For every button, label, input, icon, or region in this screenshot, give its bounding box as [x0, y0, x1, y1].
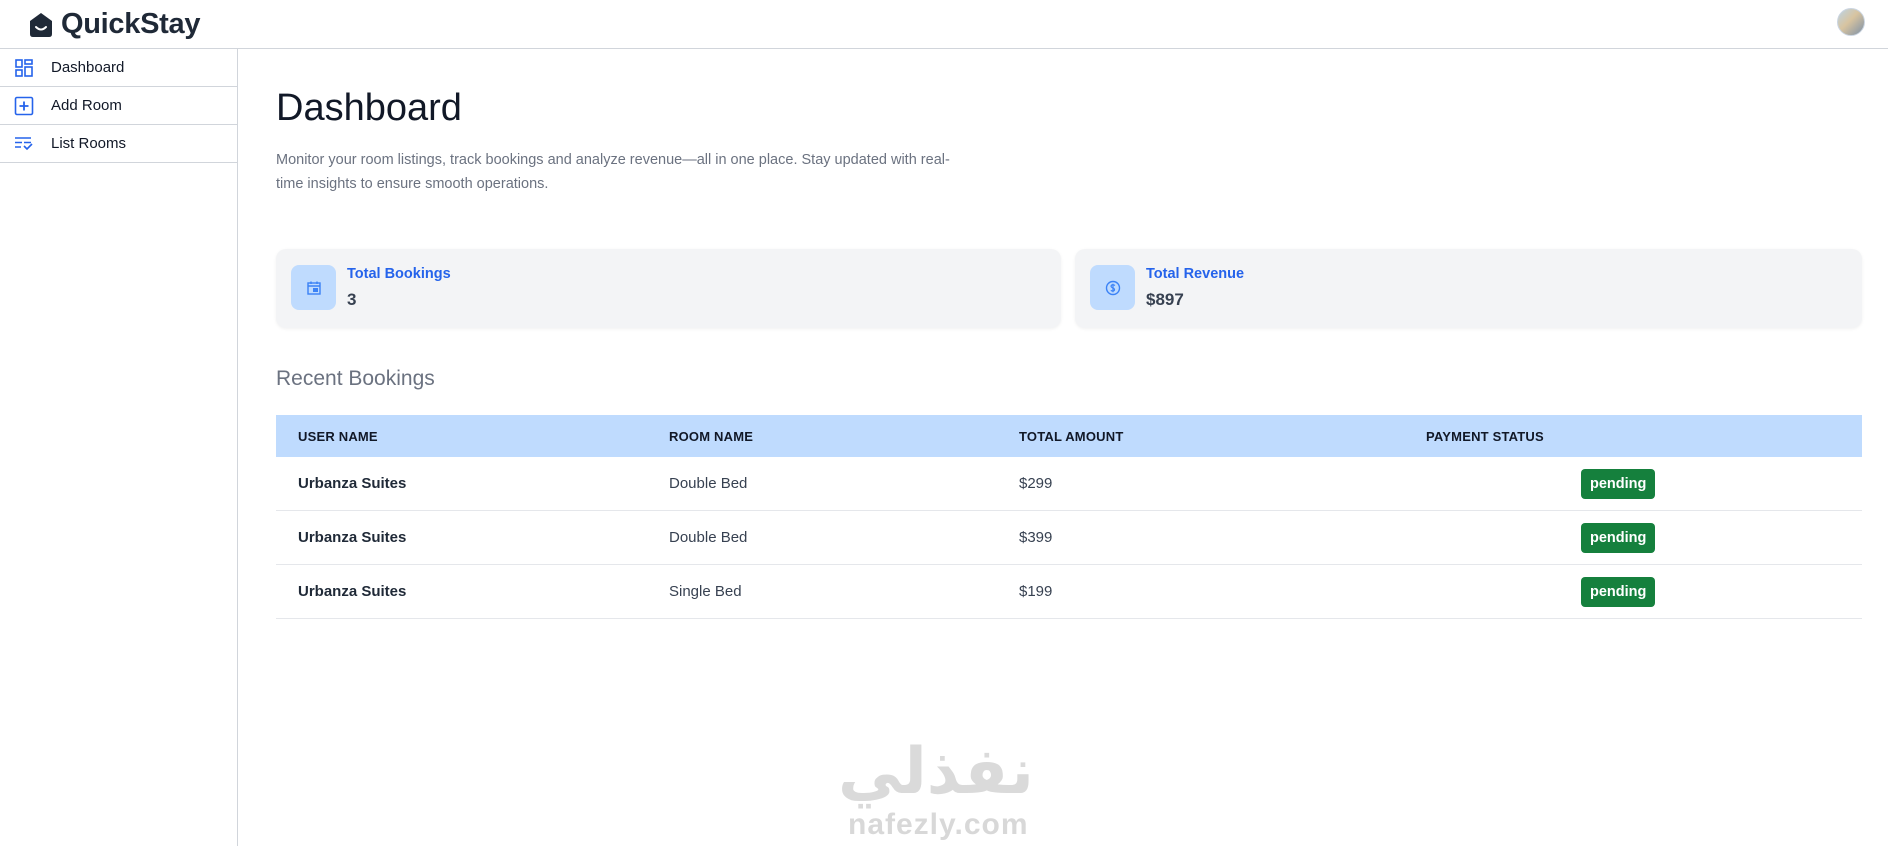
- stat-value: $897: [1146, 290, 1184, 309]
- calendar-icon: [306, 281, 321, 295]
- dollar-icon: [1105, 280, 1120, 295]
- add-room-icon: [14, 96, 34, 115]
- sidebar: Dashboard Add Room List Rooms: [0, 49, 238, 846]
- column-header-total-amount: TOTAL AMOUNT: [1019, 428, 1124, 444]
- main-content: Dashboard Monitor your room listings, tr…: [276, 49, 1862, 846]
- cell-user-name: Urbanza Suites: [276, 510, 669, 565]
- app-name: QuickStay: [61, 8, 201, 40]
- column-header-room-name: ROOM NAME: [669, 428, 754, 444]
- stat-card-total-revenue: Total Revenue $897: [1075, 249, 1862, 328]
- page-title: Dashboard: [276, 87, 462, 129]
- cell-total-amount: $199: [1019, 564, 1426, 619]
- user-avatar[interactable]: [1837, 8, 1865, 36]
- table-row: Urbanza Suites Double Bed $299 pending: [276, 457, 1862, 511]
- watermark-latin: nafezly.com: [848, 808, 1029, 841]
- watermark: نفذلي nafezly.com: [838, 735, 1053, 845]
- table-header-row: USER NAME ROOM NAME TOTAL AMOUNT PAYMENT…: [276, 415, 1862, 457]
- dashboard-icon: [15, 58, 33, 77]
- top-bar: QuickStay: [0, 0, 1888, 49]
- cell-payment-status: pending: [1426, 457, 1862, 511]
- column-header-payment-status: PAYMENT STATUS: [1426, 428, 1544, 444]
- cell-room-name: Single Bed: [669, 564, 1019, 619]
- stat-card-total-bookings: Total Bookings 3: [276, 249, 1061, 328]
- cell-total-amount: $399: [1019, 510, 1426, 565]
- column-header-user-name: USER NAME: [298, 428, 378, 444]
- page-description: Monitor your room listings, track bookin…: [276, 152, 950, 192]
- bookings-table: USER NAME ROOM NAME TOTAL AMOUNT PAYMENT…: [276, 415, 1862, 619]
- status-badge: pending: [1581, 576, 1656, 607]
- cell-room-name: Double Bed: [669, 457, 1019, 511]
- list-rooms-icon: [15, 136, 33, 150]
- cell-user-name: Urbanza Suites: [276, 457, 669, 511]
- cell-total-amount: $299: [1019, 457, 1426, 511]
- cell-payment-status: pending: [1426, 510, 1862, 565]
- stat-value: 3: [347, 290, 357, 309]
- cell-payment-status: pending: [1426, 564, 1862, 619]
- sidebar-item-label: Dashboard: [51, 59, 125, 76]
- sidebar-item-label: List Rooms: [51, 135, 127, 152]
- table-row: Urbanza Suites Single Bed $199 pending: [276, 564, 1862, 619]
- house-icon: [30, 12, 52, 37]
- table-row: Urbanza Suites Double Bed $399 pending: [276, 510, 1862, 565]
- stat-icon-box: [291, 265, 336, 310]
- sidebar-item-list-rooms[interactable]: List Rooms: [0, 125, 237, 163]
- stat-icon-box: [1090, 265, 1135, 310]
- stat-title: Total Revenue: [1146, 266, 1245, 282]
- watermark-arabic: نفذلي: [838, 735, 1034, 809]
- cell-user-name: Urbanza Suites: [276, 564, 669, 619]
- section-title-recent-bookings: Recent Bookings: [276, 367, 435, 390]
- sidebar-item-dashboard[interactable]: Dashboard: [0, 49, 237, 87]
- stat-title: Total Bookings: [347, 266, 451, 282]
- sidebar-item-label: Add Room: [51, 97, 122, 114]
- status-badge: pending: [1581, 522, 1656, 553]
- status-badge: pending: [1581, 468, 1656, 499]
- sidebar-item-add-room[interactable]: Add Room: [0, 87, 237, 125]
- cell-room-name: Double Bed: [669, 510, 1019, 565]
- app-logo[interactable]: QuickStay: [27, 8, 200, 41]
